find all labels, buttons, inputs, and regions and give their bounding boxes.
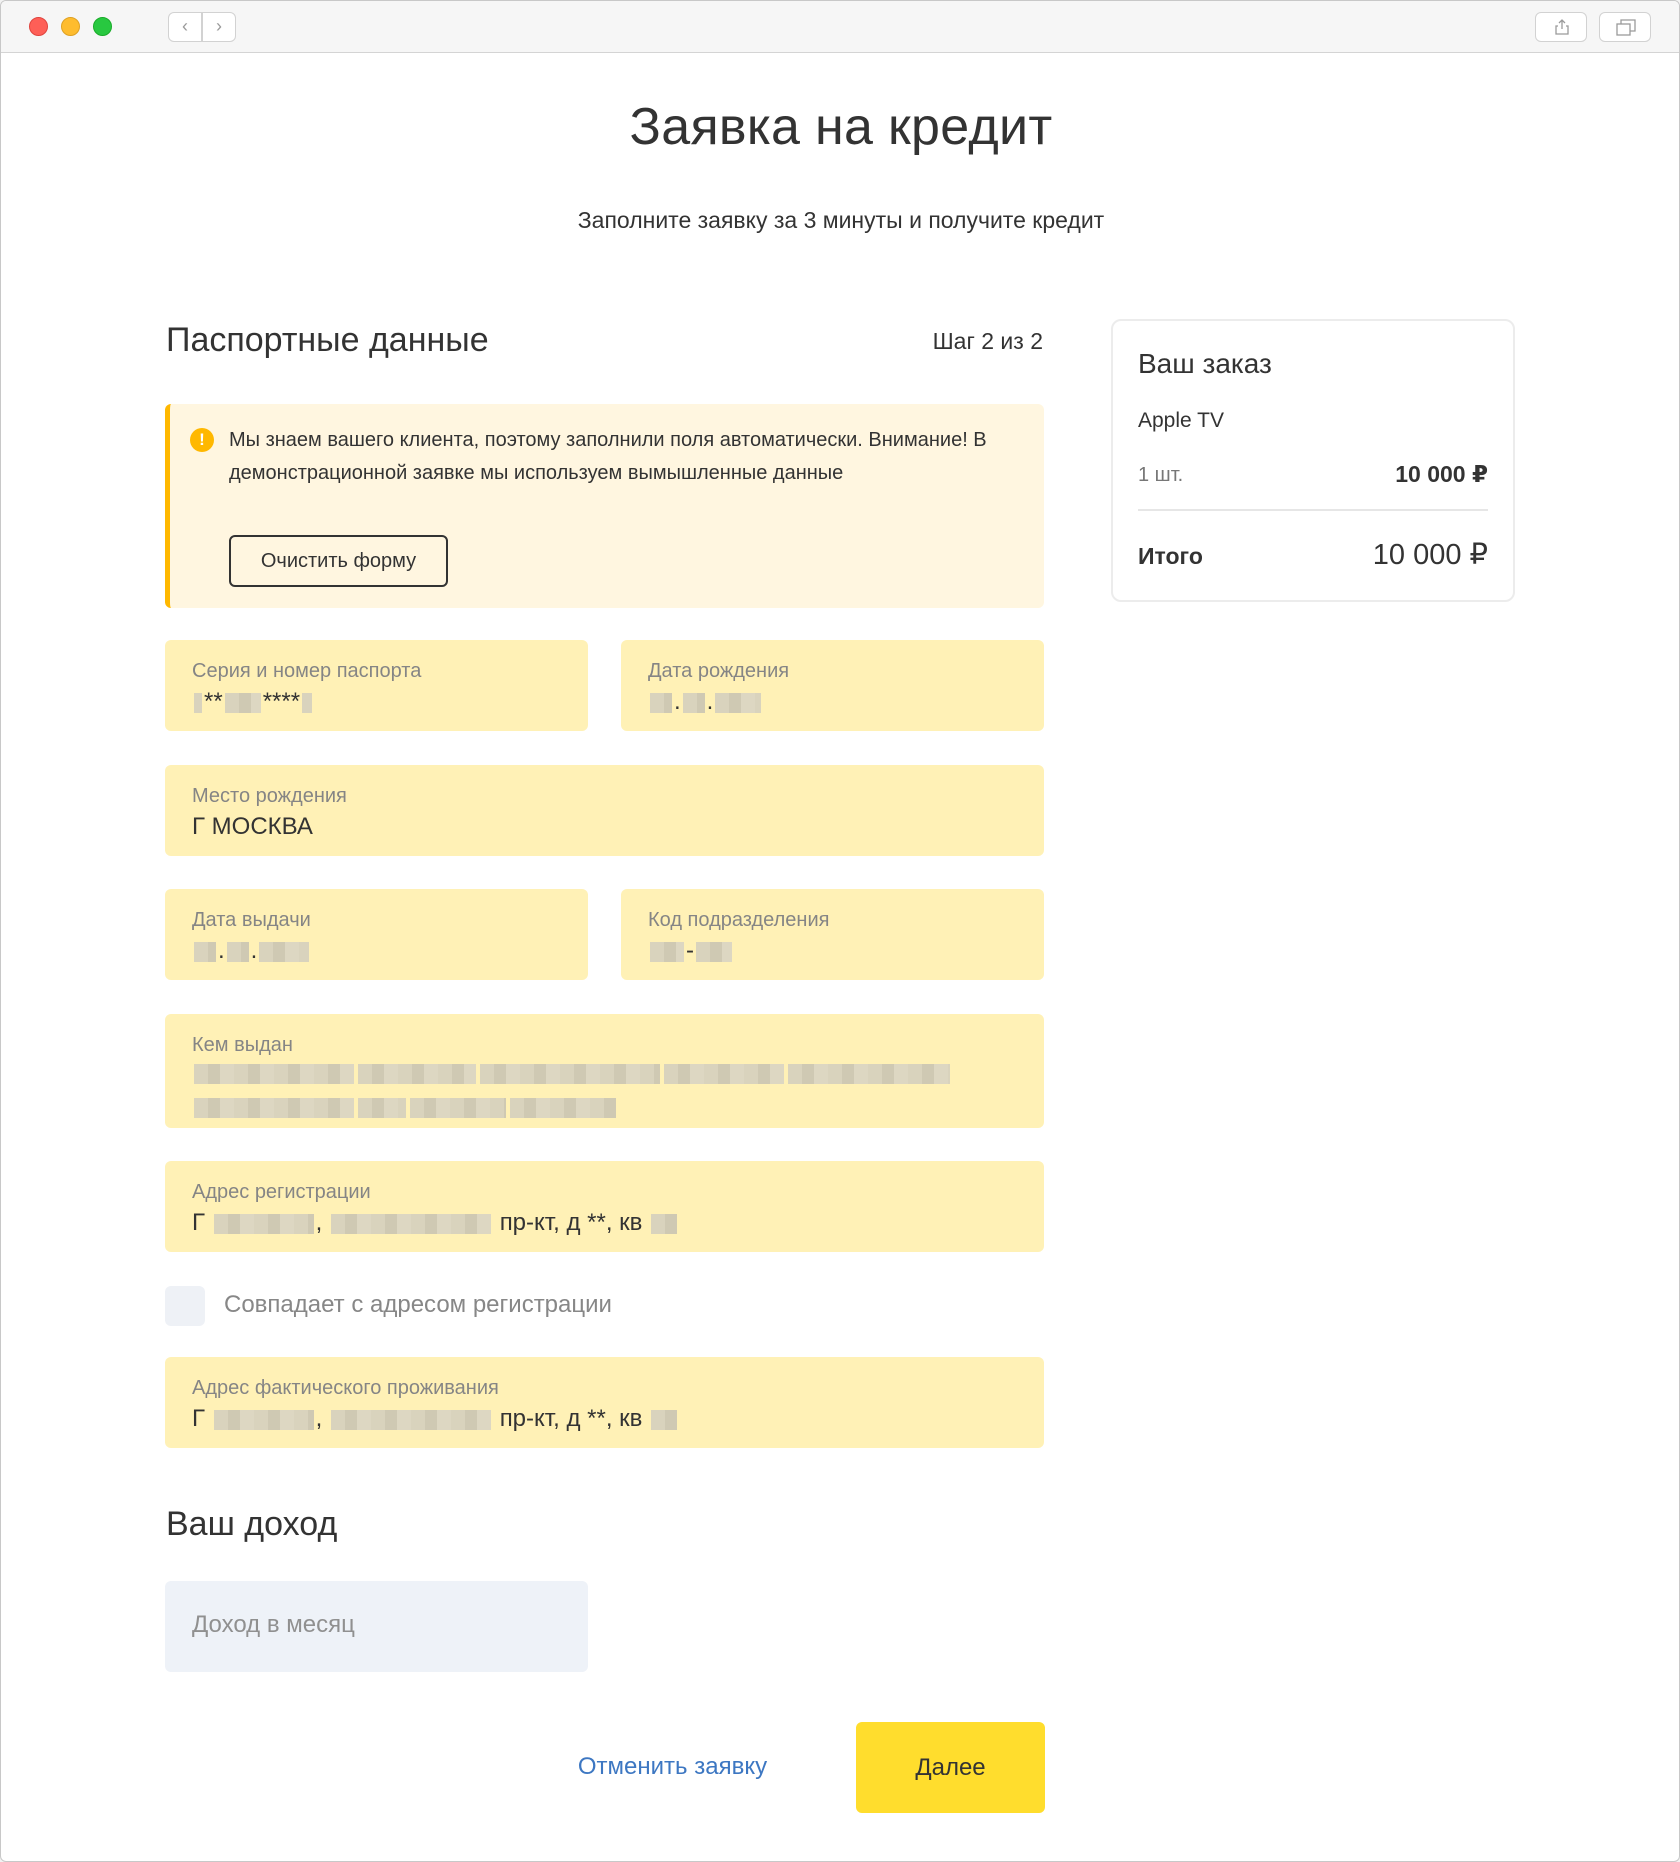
clear-form-button[interactable]: Очистить форму bbox=[229, 535, 448, 587]
department-code-value: - bbox=[648, 937, 734, 965]
same-address-checkbox[interactable] bbox=[165, 1286, 205, 1326]
passport-number-label: Серия и номер паспорта bbox=[192, 660, 422, 682]
order-total-value: 10 000 ₽ bbox=[1372, 539, 1488, 571]
issued-by-label: Кем выдан bbox=[192, 1034, 293, 1056]
browser-window: ‹ › Заявка на кредит Заполните заявку за… bbox=[0, 0, 1680, 1862]
birth-place-value: Г МОСКВА bbox=[192, 813, 313, 840]
back-button[interactable]: ‹ bbox=[168, 12, 202, 42]
forward-button[interactable]: › bbox=[202, 12, 236, 42]
order-title: Ваш заказ bbox=[1138, 348, 1272, 379]
close-window-button[interactable] bbox=[29, 17, 48, 36]
page-subtitle: Заполните заявку за 3 минуты и получите … bbox=[577, 207, 1105, 233]
notice-text: Мы знаем вашего клиента, поэтому заполни… bbox=[229, 429, 987, 484]
order-item-price: 10 000 ₽ bbox=[1395, 461, 1488, 487]
issued-by-value bbox=[192, 1059, 952, 1087]
issue-date-value: .. bbox=[192, 937, 311, 965]
department-code-field[interactable]: Код подразделения - bbox=[621, 889, 1044, 980]
registration-address-value: Г , пр-кт, д **, кв bbox=[192, 1209, 679, 1237]
zoom-window-button[interactable] bbox=[93, 17, 112, 36]
passport-number-value: ** **** bbox=[192, 688, 314, 716]
monthly-income-input[interactable]: Доход в месяц bbox=[165, 1581, 588, 1672]
warning-icon: ! bbox=[190, 428, 214, 452]
order-summary-card: Ваш заказ Apple TV 1 шт. 10 000 ₽ Итого … bbox=[1111, 319, 1515, 602]
autofill-notice: ! Мы знаем вашего клиента, поэтому запол… bbox=[165, 404, 1044, 608]
tabs-icon bbox=[1616, 19, 1636, 36]
order-product-name: Apple TV bbox=[1138, 409, 1224, 432]
actual-address-value: Г , пр-кт, д **, кв bbox=[192, 1405, 679, 1433]
issued-by-value-line-2 bbox=[192, 1093, 618, 1121]
tabs-button[interactable] bbox=[1599, 12, 1651, 42]
birth-place-field[interactable]: Место рождения Г МОСКВА bbox=[165, 765, 1044, 856]
chevron-left-icon: ‹ bbox=[182, 16, 188, 36]
share-icon bbox=[1555, 19, 1569, 35]
cancel-application-link[interactable]: Отменить заявку bbox=[551, 1753, 794, 1781]
registration-address-field[interactable]: Адрес регистрации Г , пр-кт, д **, кв bbox=[165, 1161, 1044, 1252]
income-section-title: Ваш доход bbox=[166, 1505, 338, 1543]
birth-date-label: Дата рождения bbox=[648, 660, 790, 682]
issue-date-label: Дата выдачи bbox=[192, 909, 311, 931]
order-quantity: 1 шт. bbox=[1138, 464, 1184, 486]
next-button[interactable]: Далее bbox=[856, 1722, 1045, 1813]
order-total-label: Итого bbox=[1138, 543, 1203, 569]
birth-place-label: Место рождения bbox=[192, 785, 347, 807]
issued-by-field[interactable]: Кем выдан bbox=[165, 1014, 1044, 1128]
chevron-right-icon: › bbox=[216, 16, 222, 36]
minimize-window-button[interactable] bbox=[61, 17, 80, 36]
actual-address-label: Адрес фактического проживания bbox=[192, 1377, 499, 1399]
registration-address-label: Адрес регистрации bbox=[192, 1181, 371, 1203]
title-bar: ‹ › bbox=[1, 1, 1679, 53]
passport-section-title: Паспортные данные bbox=[166, 321, 489, 359]
department-code-label: Код подразделения bbox=[648, 909, 830, 931]
actual-address-field[interactable]: Адрес фактического проживания Г , пр-кт,… bbox=[165, 1357, 1044, 1448]
birth-date-field[interactable]: Дата рождения .. bbox=[621, 640, 1044, 731]
same-address-label[interactable]: Совпадает с адресом регистрации bbox=[224, 1291, 612, 1319]
monthly-income-placeholder: Доход в месяц bbox=[192, 1611, 355, 1638]
share-button[interactable] bbox=[1535, 12, 1587, 42]
page-title: Заявка на кредит bbox=[629, 98, 1053, 156]
birth-date-value: .. bbox=[648, 688, 763, 716]
order-divider bbox=[1138, 509, 1488, 511]
passport-number-field[interactable]: Серия и номер паспорта ** **** bbox=[165, 640, 588, 731]
step-indicator: Шаг 2 из 2 bbox=[932, 328, 1043, 354]
issue-date-field[interactable]: Дата выдачи .. bbox=[165, 889, 588, 980]
